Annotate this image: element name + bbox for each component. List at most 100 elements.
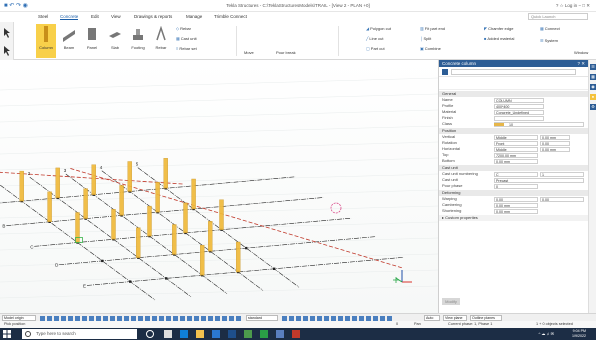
snap-icon[interactable] <box>124 315 129 321</box>
snap-icon[interactable] <box>236 315 241 321</box>
warping-start[interactable]: 0.00 <box>494 196 538 202</box>
vertical-offset[interactable]: 0.00 mm <box>540 134 570 140</box>
views-pane-icon[interactable]: ◉ <box>590 84 596 90</box>
snap-icon[interactable] <box>54 315 59 321</box>
concrete-column[interactable] <box>19 170 24 202</box>
snap-icon[interactable] <box>159 315 164 321</box>
apply-icon[interactable] <box>442 69 448 75</box>
concrete-column[interactable] <box>172 224 177 255</box>
cambering-field[interactable]: 0.00 mm <box>494 202 538 208</box>
concrete-column[interactable] <box>219 199 224 230</box>
polygon-cut-item[interactable]: ◢Polygon cut <box>366 26 391 31</box>
filter-icon[interactable] <box>310 315 315 321</box>
concrete-column[interactable] <box>75 212 80 243</box>
tab-trimble-connect[interactable]: Trimble Connect <box>214 14 247 19</box>
rebar-set-item[interactable]: ≡Rebar set <box>176 46 197 51</box>
shortening-field[interactable]: 0.00 mm <box>494 208 538 214</box>
finish-field[interactable] <box>494 115 544 121</box>
concrete-column[interactable] <box>119 185 124 216</box>
filter-icon[interactable] <box>296 315 301 321</box>
current-phase[interactable]: Current phase: 1, Phase 1 <box>448 321 492 328</box>
close-icon[interactable]: ? ✕ <box>577 60 585 67</box>
pour-phase-field[interactable]: 0 <box>494 183 538 189</box>
app-icon[interactable] <box>292 330 300 338</box>
cast-unit-item[interactable]: ▦Cast unit <box>176 36 197 41</box>
mail-icon[interactable] <box>228 330 236 338</box>
snap-icon[interactable] <box>145 315 150 321</box>
snap-icon[interactable] <box>194 315 199 321</box>
cast-unit-start[interactable]: 1 <box>540 171 584 177</box>
top-field[interactable]: 7200.00 mm <box>494 152 538 158</box>
move-item[interactable]: Move <box>244 50 254 55</box>
snap-icon[interactable] <box>117 315 122 321</box>
selection-toolbar[interactable] <box>0 22 14 60</box>
tab-drawings-reports[interactable]: Drawings & reports <box>134 14 172 19</box>
filter-icon[interactable] <box>303 315 308 321</box>
concrete-column[interactable] <box>163 158 168 189</box>
combine-item[interactable]: ▣Combine <box>420 46 441 51</box>
tekla-taskbar-icon[interactable] <box>276 330 284 338</box>
concrete-column[interactable] <box>147 205 152 237</box>
snap-icon[interactable] <box>75 315 80 321</box>
selected-pane-icon[interactable]: ● <box>590 94 596 100</box>
window-controls[interactable]: ? ☆ Log in − □ ✕ <box>556 3 590 9</box>
snap-icon[interactable] <box>187 315 192 321</box>
model-viewport[interactable]: ABCDE12345 <box>0 60 438 313</box>
added-material-item[interactable]: ■Added material <box>484 36 514 41</box>
material-field[interactable]: Concrete_Undefined <box>494 109 544 115</box>
snap-icon[interactable] <box>89 315 94 321</box>
connect-item[interactable]: ▦Connect <box>540 26 560 31</box>
fit-part-end-item[interactable]: ▥Fit part end <box>420 26 445 31</box>
filter-icon[interactable] <box>282 315 287 321</box>
whatsapp-icon[interactable] <box>260 330 268 338</box>
system-item[interactable]: ☰System <box>540 38 558 43</box>
snap-icon[interactable] <box>61 315 66 321</box>
store-icon[interactable] <box>212 330 220 338</box>
snap-icon[interactable] <box>166 315 171 321</box>
filter-icon[interactable] <box>352 315 357 321</box>
snap-icon[interactable] <box>103 315 108 321</box>
concrete-column[interactable] <box>155 181 160 213</box>
concrete-column[interactable] <box>127 161 132 192</box>
cast-unit-prefix[interactable]: C <box>494 171 538 177</box>
filter-icon[interactable] <box>331 315 336 321</box>
concrete-column[interactable] <box>55 167 60 199</box>
model-scene[interactable]: ABCDE12345 <box>0 60 438 313</box>
filter-icon[interactable] <box>387 315 392 321</box>
concrete-column[interactable] <box>136 227 141 258</box>
filter-icon[interactable] <box>317 315 322 321</box>
snap-icon[interactable] <box>82 315 87 321</box>
bottom-field[interactable]: 0.00 mm <box>494 158 538 164</box>
modify-button[interactable]: Modify <box>442 298 460 305</box>
snap-icon[interactable] <box>68 315 73 321</box>
snap-icon[interactable] <box>138 315 143 321</box>
concrete-column[interactable] <box>83 188 88 219</box>
rotation-offset[interactable]: 0.00 <box>540 140 570 146</box>
concrete-column[interactable] <box>199 244 205 276</box>
horizontal-select[interactable]: Middle <box>494 146 538 152</box>
snap-icon[interactable] <box>201 315 206 321</box>
filter-icon[interactable] <box>366 315 371 321</box>
tab-edit[interactable]: Edit <box>91 14 99 19</box>
warping-end[interactable]: 0.00 <box>540 196 584 202</box>
tab-view[interactable]: View <box>111 14 121 19</box>
app-icon[interactable] <box>244 330 252 338</box>
concrete-column[interactable] <box>235 241 241 273</box>
rebar-button[interactable]: Rebar <box>151 24 171 58</box>
rotation-select[interactable]: Front <box>494 140 538 146</box>
snap-icon[interactable] <box>180 315 185 321</box>
concrete-column[interactable] <box>47 191 52 223</box>
filter-icon[interactable] <box>359 315 364 321</box>
concrete-column[interactable] <box>91 164 96 195</box>
saved-attributes-dropdown[interactable] <box>451 69 576 75</box>
pour-break-item[interactable]: Pour break <box>276 50 296 55</box>
snap-icon[interactable] <box>152 315 157 321</box>
filter-icon[interactable] <box>345 315 350 321</box>
snap-icon[interactable] <box>47 315 52 321</box>
tab-steel[interactable]: Steel <box>38 14 48 19</box>
filter-icon[interactable] <box>324 315 329 321</box>
task-view-icon[interactable] <box>164 330 172 338</box>
system-tray-icons[interactable]: ^ ☁ ♫ ✉ <box>538 331 554 336</box>
snap-icon[interactable] <box>96 315 101 321</box>
snap-icon[interactable] <box>173 315 178 321</box>
